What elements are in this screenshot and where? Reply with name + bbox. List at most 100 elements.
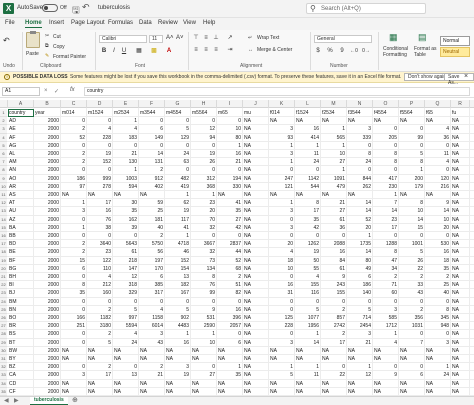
table-cell[interactable]: 356 [400,314,423,322]
indent-icon[interactable]: ⇥ [226,46,234,54]
table-cell[interactable]: NA [400,388,423,396]
table-cell[interactable]: 0 [400,298,423,306]
table-cell[interactable]: 20 [348,224,371,232]
merge-center-button[interactable]: Merge & Center [257,47,292,53]
table-cell[interactable]: 52 [218,257,241,265]
conditional-formatting-button[interactable]: Conditional Formatting [383,46,413,58]
borders-icon[interactable]: ▦ [135,47,143,55]
table-cell[interactable]: 10 [270,265,293,273]
table-cell[interactable]: NA [426,380,449,388]
table-cell[interactable]: NA [244,240,267,248]
table-cell[interactable]: 2000 [35,232,59,240]
table-cell[interactable]: 116 [296,289,319,297]
table-cell[interactable]: 52 [62,134,85,142]
table-cell[interactable]: 5594 [114,322,137,330]
header-cell[interactable]: f65 [426,109,449,117]
table-cell[interactable]: 317 [140,289,163,297]
table-cell[interactable]: 200 [400,175,423,183]
row-header[interactable]: 4 [0,133,7,142]
table-cell[interactable]: 1 [322,142,345,150]
table-cell[interactable]: 997 [114,314,137,322]
table-cell[interactable]: NA [452,191,468,199]
table-cell[interactable]: NA [452,257,468,265]
table-cell[interactable]: 3 [270,339,293,347]
table-cell[interactable]: 134 [192,265,215,273]
table-cell[interactable]: 43 [140,339,163,347]
table-cell[interactable]: 10 [218,125,241,133]
table-cell[interactable]: 0 [426,232,449,240]
row-header[interactable]: 10 [0,182,7,191]
search-box[interactable]: ⚲ Search (Alt+Q) [306,3,426,14]
row-header[interactable]: 8 [0,166,7,175]
table-cell[interactable]: 0 [114,298,137,306]
table-cell[interactable]: 14 [348,248,371,256]
table-cell[interactable]: NA [88,380,111,388]
menu-file[interactable]: File [5,20,15,26]
table-cell[interactable]: 5 [400,248,423,256]
scroll-tabs-left-icon[interactable]: ◀ [4,397,9,405]
table-cell[interactable]: NA [452,175,468,183]
table-cell[interactable]: NA [244,306,267,314]
align-left-icon[interactable]: ≡ [192,46,200,54]
row-header[interactable]: 12 [0,199,7,208]
table-cell[interactable]: 18 [426,257,449,265]
table-cell[interactable]: 2000 [35,371,59,379]
table-cell[interactable]: 1 [62,199,85,207]
column-header-r[interactable]: R [451,100,470,108]
table-cell[interactable]: 6 [400,371,423,379]
table-cell[interactable]: AL [9,150,32,158]
table-cell[interactable]: 166 [62,314,85,322]
column-header-f[interactable]: F [139,100,165,108]
row-header[interactable]: 16 [0,232,7,241]
header-cell[interactable]: f1524 [296,109,319,117]
table-cell[interactable]: NA [374,117,397,125]
table-cell[interactable]: 585 [374,314,397,322]
table-cell[interactable]: 1 [426,363,449,371]
table-cell[interactable]: 16 [166,339,189,347]
table-cell[interactable]: NA [452,125,468,133]
table-cell[interactable]: 0 [192,363,215,371]
table-cell[interactable]: AS [9,191,32,199]
table-cell[interactable]: 0 [62,330,85,338]
table-cell[interactable]: 15 [400,224,423,232]
table-cell[interactable]: 1 [374,330,397,338]
table-cell[interactable]: 0 [400,330,423,338]
table-cell[interactable]: 0 [426,142,449,150]
table-cell[interactable]: 0 [374,125,397,133]
row-header[interactable]: 17 [0,240,7,249]
table-cell[interactable]: 11 [296,150,319,158]
decrease-decimal-icon[interactable]: 0→ [362,47,370,55]
table-cell[interactable]: 0 [270,306,293,314]
table-cell[interactable]: 0 [192,166,215,174]
table-cell[interactable]: 35 [114,207,137,215]
align-bottom-icon[interactable]: ⊥ [212,34,220,42]
table-cell[interactable]: 312 [192,175,215,183]
table-cell[interactable]: NA [452,183,468,191]
table-cell[interactable]: NA [296,117,319,125]
header-cell[interactable]: f5564 [400,109,423,117]
table-cell[interactable]: 24 [426,371,449,379]
table-cell[interactable]: AF [9,134,32,142]
table-cell[interactable]: 15 [62,257,85,265]
menu-data[interactable]: Data [139,20,152,26]
save-icon[interactable]: 🖫 [72,3,80,19]
column-header-b[interactable]: B [34,100,61,108]
table-cell[interactable]: 80 [218,134,241,142]
table-cell[interactable]: NA [452,216,468,224]
table-cell[interactable]: 1 [166,191,189,199]
table-cell[interactable]: 1158 [140,314,163,322]
table-cell[interactable]: 17 [88,371,111,379]
table-cell[interactable]: 0 [270,273,293,281]
row-header[interactable]: 27 [0,322,7,331]
table-cell[interactable]: 262 [348,183,371,191]
table-cell[interactable]: NA [426,355,449,363]
header-cell[interactable]: mu [244,109,267,117]
table-cell[interactable]: 2 [374,273,397,281]
table-cell[interactable]: NA [244,371,267,379]
table-cell[interactable]: 16 [218,150,241,158]
table-cell[interactable]: 2 [88,363,111,371]
table-cell[interactable]: 27 [218,216,241,224]
table-cell[interactable]: 24 [114,339,137,347]
menu-view[interactable]: View [183,20,196,26]
table-cell[interactable]: 14 [400,216,423,224]
